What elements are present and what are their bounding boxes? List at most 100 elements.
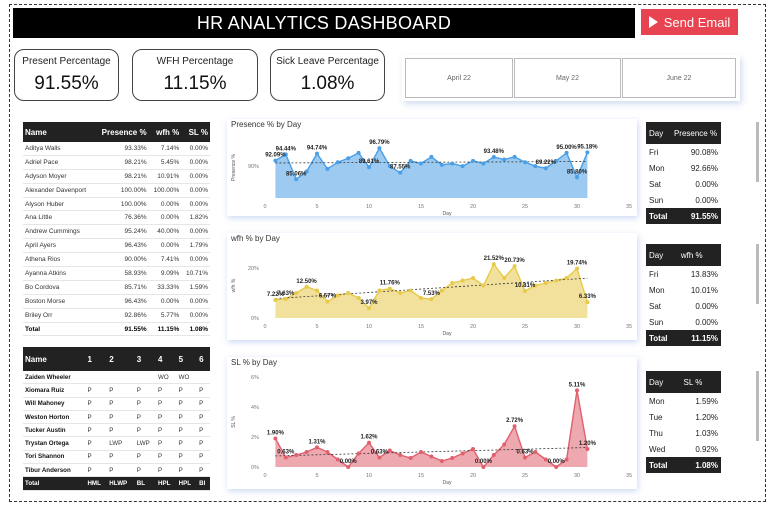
data-point[interactable] bbox=[512, 154, 517, 159]
data-point[interactable] bbox=[325, 166, 330, 171]
column-header[interactable]: 6 bbox=[197, 347, 210, 371]
data-point[interactable] bbox=[429, 297, 434, 302]
data-point[interactable] bbox=[554, 278, 559, 283]
data-point[interactable] bbox=[335, 293, 340, 298]
data-point[interactable] bbox=[481, 283, 486, 288]
column-header[interactable]: Name bbox=[23, 122, 95, 142]
data-point[interactable] bbox=[564, 276, 569, 280]
column-header[interactable]: 4 bbox=[156, 347, 177, 371]
table-row[interactable]: Tibur Anderson P P P P P P bbox=[23, 463, 210, 478]
data-point[interactable] bbox=[335, 160, 340, 165]
column-header[interactable]: Day bbox=[646, 371, 681, 393]
data-point[interactable] bbox=[533, 450, 538, 454]
scrollbar[interactable] bbox=[756, 122, 759, 182]
data-point[interactable] bbox=[398, 291, 403, 295]
table-row[interactable]: Sat 0.00% bbox=[646, 298, 721, 314]
data-point[interactable] bbox=[502, 442, 507, 447]
data-point[interactable] bbox=[543, 166, 548, 171]
table-row[interactable]: Alyson Huber 100.00% 0.00% 0.00% bbox=[23, 197, 210, 212]
table-row[interactable]: Briley Orr 92.86% 5.77% 0.00% bbox=[23, 308, 210, 323]
table-row[interactable]: Ana Little 76.36% 0.00% 1.82% bbox=[23, 210, 210, 226]
data-point[interactable] bbox=[377, 455, 382, 460]
column-header[interactable]: 3 bbox=[134, 347, 157, 371]
table-row[interactable]: Sun 0.00% bbox=[646, 192, 721, 208]
table-row[interactable]: Adyson Moyer 98.21% 10.91% 0.00% bbox=[23, 169, 210, 184]
month-option[interactable]: April 22 bbox=[405, 58, 513, 98]
data-point[interactable] bbox=[398, 453, 403, 457]
table-row[interactable]: Tori Shannon P P P P P P bbox=[23, 450, 210, 465]
column-header[interactable]: 5 bbox=[176, 347, 198, 371]
column-header[interactable]: Presence % bbox=[94, 122, 149, 142]
table-row[interactable]: Mon 92.66% bbox=[646, 160, 721, 176]
data-point[interactable] bbox=[273, 297, 278, 302]
data-point[interactable] bbox=[512, 424, 517, 429]
data-point[interactable] bbox=[398, 170, 403, 175]
data-point[interactable] bbox=[408, 158, 413, 163]
data-point[interactable] bbox=[294, 453, 299, 457]
table-row[interactable]: Alexander Davenport 100.00% 100.00% 0.00% bbox=[23, 183, 210, 198]
table-row[interactable]: Aditya Walls 93.33% 7.14% 0.00% bbox=[23, 142, 210, 156]
data-point[interactable] bbox=[523, 288, 527, 293]
send-email-button[interactable]: Send Email bbox=[641, 9, 738, 35]
data-point[interactable] bbox=[367, 165, 371, 170]
data-point[interactable] bbox=[439, 459, 444, 463]
data-point[interactable] bbox=[575, 175, 579, 180]
table-row[interactable]: Will Mahoney P P P P P P bbox=[23, 397, 210, 411]
data-point[interactable] bbox=[346, 156, 351, 161]
data-point[interactable] bbox=[315, 445, 319, 450]
data-point[interactable] bbox=[512, 264, 517, 269]
data-point[interactable] bbox=[585, 150, 590, 155]
table-row[interactable]: Fri 90.08% bbox=[646, 144, 721, 160]
table-row[interactable]: Trystan Ortega P LWP LWP P P P bbox=[23, 436, 210, 451]
table-row[interactable]: Thu 1.03% bbox=[646, 425, 721, 441]
data-point[interactable] bbox=[450, 281, 455, 285]
table-row[interactable]: Boston Morse 96.43% 0.00% 0.00% bbox=[23, 294, 210, 309]
table-row[interactable]: Mon 1.59% bbox=[646, 393, 721, 409]
data-point[interactable] bbox=[273, 436, 278, 441]
column-header[interactable]: Presence % bbox=[670, 122, 721, 144]
data-point[interactable] bbox=[460, 451, 465, 456]
data-point[interactable] bbox=[315, 151, 319, 156]
data-point[interactable] bbox=[273, 158, 278, 163]
data-point[interactable] bbox=[377, 146, 382, 151]
table-row[interactable]: April Ayers 96.43% 0.00% 1.79% bbox=[23, 238, 210, 254]
data-point[interactable] bbox=[585, 300, 590, 305]
table-row[interactable]: Weston Horton P P P P P P bbox=[23, 410, 210, 425]
table-row[interactable]: Sat 0.00% bbox=[646, 176, 721, 192]
data-point[interactable] bbox=[450, 456, 455, 460]
column-header[interactable]: Name bbox=[23, 347, 86, 371]
table-row[interactable]: Zaiden Wheeler WO WO bbox=[23, 371, 210, 385]
column-header[interactable]: Day bbox=[646, 122, 671, 144]
table-row[interactable]: Ayanna Atkins 58.93% 9.09% 10.71% bbox=[23, 266, 210, 281]
table-row[interactable]: Athena Rios 90.00% 7.41% 0.00% bbox=[23, 252, 210, 268]
table-row[interactable]: Mon 10.01% bbox=[646, 282, 721, 298]
data-point[interactable] bbox=[304, 450, 309, 454]
table-row[interactable]: Wed 0.92% bbox=[646, 441, 721, 457]
column-header[interactable]: wfh % bbox=[148, 122, 182, 142]
data-point[interactable] bbox=[325, 299, 330, 304]
data-point[interactable] bbox=[294, 291, 299, 295]
data-point[interactable] bbox=[315, 288, 319, 293]
scrollbar[interactable] bbox=[756, 371, 759, 441]
scrollbar[interactable] bbox=[756, 244, 759, 304]
data-point[interactable] bbox=[419, 161, 423, 166]
data-point[interactable] bbox=[356, 150, 361, 155]
table-row[interactable]: Fri 13.83% bbox=[646, 266, 721, 282]
table-row[interactable]: Adriel Pace 98.21% 5.45% 0.00% bbox=[23, 155, 210, 170]
data-point[interactable] bbox=[491, 262, 496, 267]
data-point[interactable] bbox=[367, 440, 371, 445]
data-point[interactable] bbox=[429, 154, 434, 159]
data-point[interactable] bbox=[554, 465, 559, 469]
data-point[interactable] bbox=[471, 276, 475, 280]
table-row[interactable]: Andrew Cummings 95.24% 40.00% 0.00% bbox=[23, 224, 210, 240]
data-point[interactable] bbox=[377, 288, 382, 293]
data-point[interactable] bbox=[439, 288, 444, 293]
data-point[interactable] bbox=[502, 276, 507, 280]
column-header[interactable]: wfh % bbox=[677, 244, 721, 266]
column-header[interactable]: 2 bbox=[107, 347, 135, 371]
column-header[interactable]: SL % bbox=[680, 371, 721, 393]
data-point[interactable] bbox=[491, 453, 496, 457]
table-row[interactable]: Tucker Austin P P P P P P bbox=[23, 423, 210, 438]
data-point[interactable] bbox=[346, 291, 351, 295]
data-point[interactable] bbox=[460, 278, 465, 283]
